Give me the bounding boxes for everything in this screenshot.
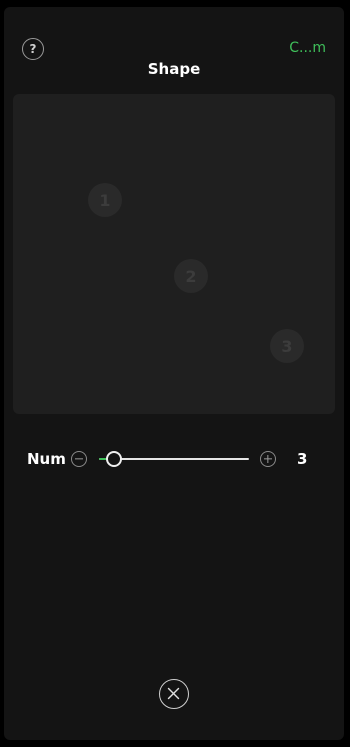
point-marker-2[interactable]: 2: [174, 259, 208, 293]
shape-panel: ? C...m Shape 1 2 3 Num 3: [4, 7, 344, 740]
increment-button[interactable]: [260, 451, 276, 467]
page-title: Shape: [147, 60, 201, 78]
decrement-button[interactable]: [71, 451, 87, 467]
slider-thumb[interactable]: [106, 451, 122, 467]
point-marker-1[interactable]: 1: [88, 183, 122, 217]
point-marker-3[interactable]: 3: [270, 329, 304, 363]
close-button[interactable]: [159, 679, 189, 709]
shape-canvas[interactable]: 1 2 3: [13, 94, 335, 414]
confirm-button[interactable]: C...m: [289, 40, 326, 56]
close-icon: [167, 687, 180, 700]
help-icon: ?: [29, 42, 37, 56]
num-label: Num: [27, 450, 66, 468]
num-control-row: Num 3: [4, 444, 344, 474]
help-button[interactable]: ?: [22, 38, 44, 60]
num-value: 3: [297, 450, 308, 468]
num-slider[interactable]: [99, 451, 249, 467]
